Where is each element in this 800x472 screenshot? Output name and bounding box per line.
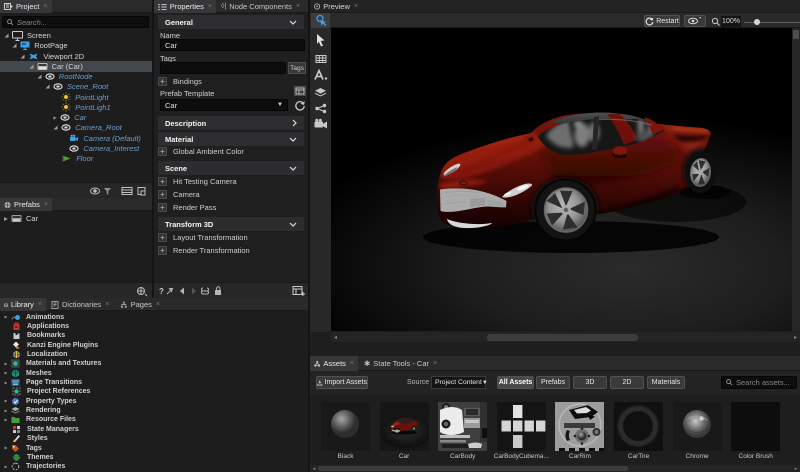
svg-text:?: ? <box>159 287 164 296</box>
